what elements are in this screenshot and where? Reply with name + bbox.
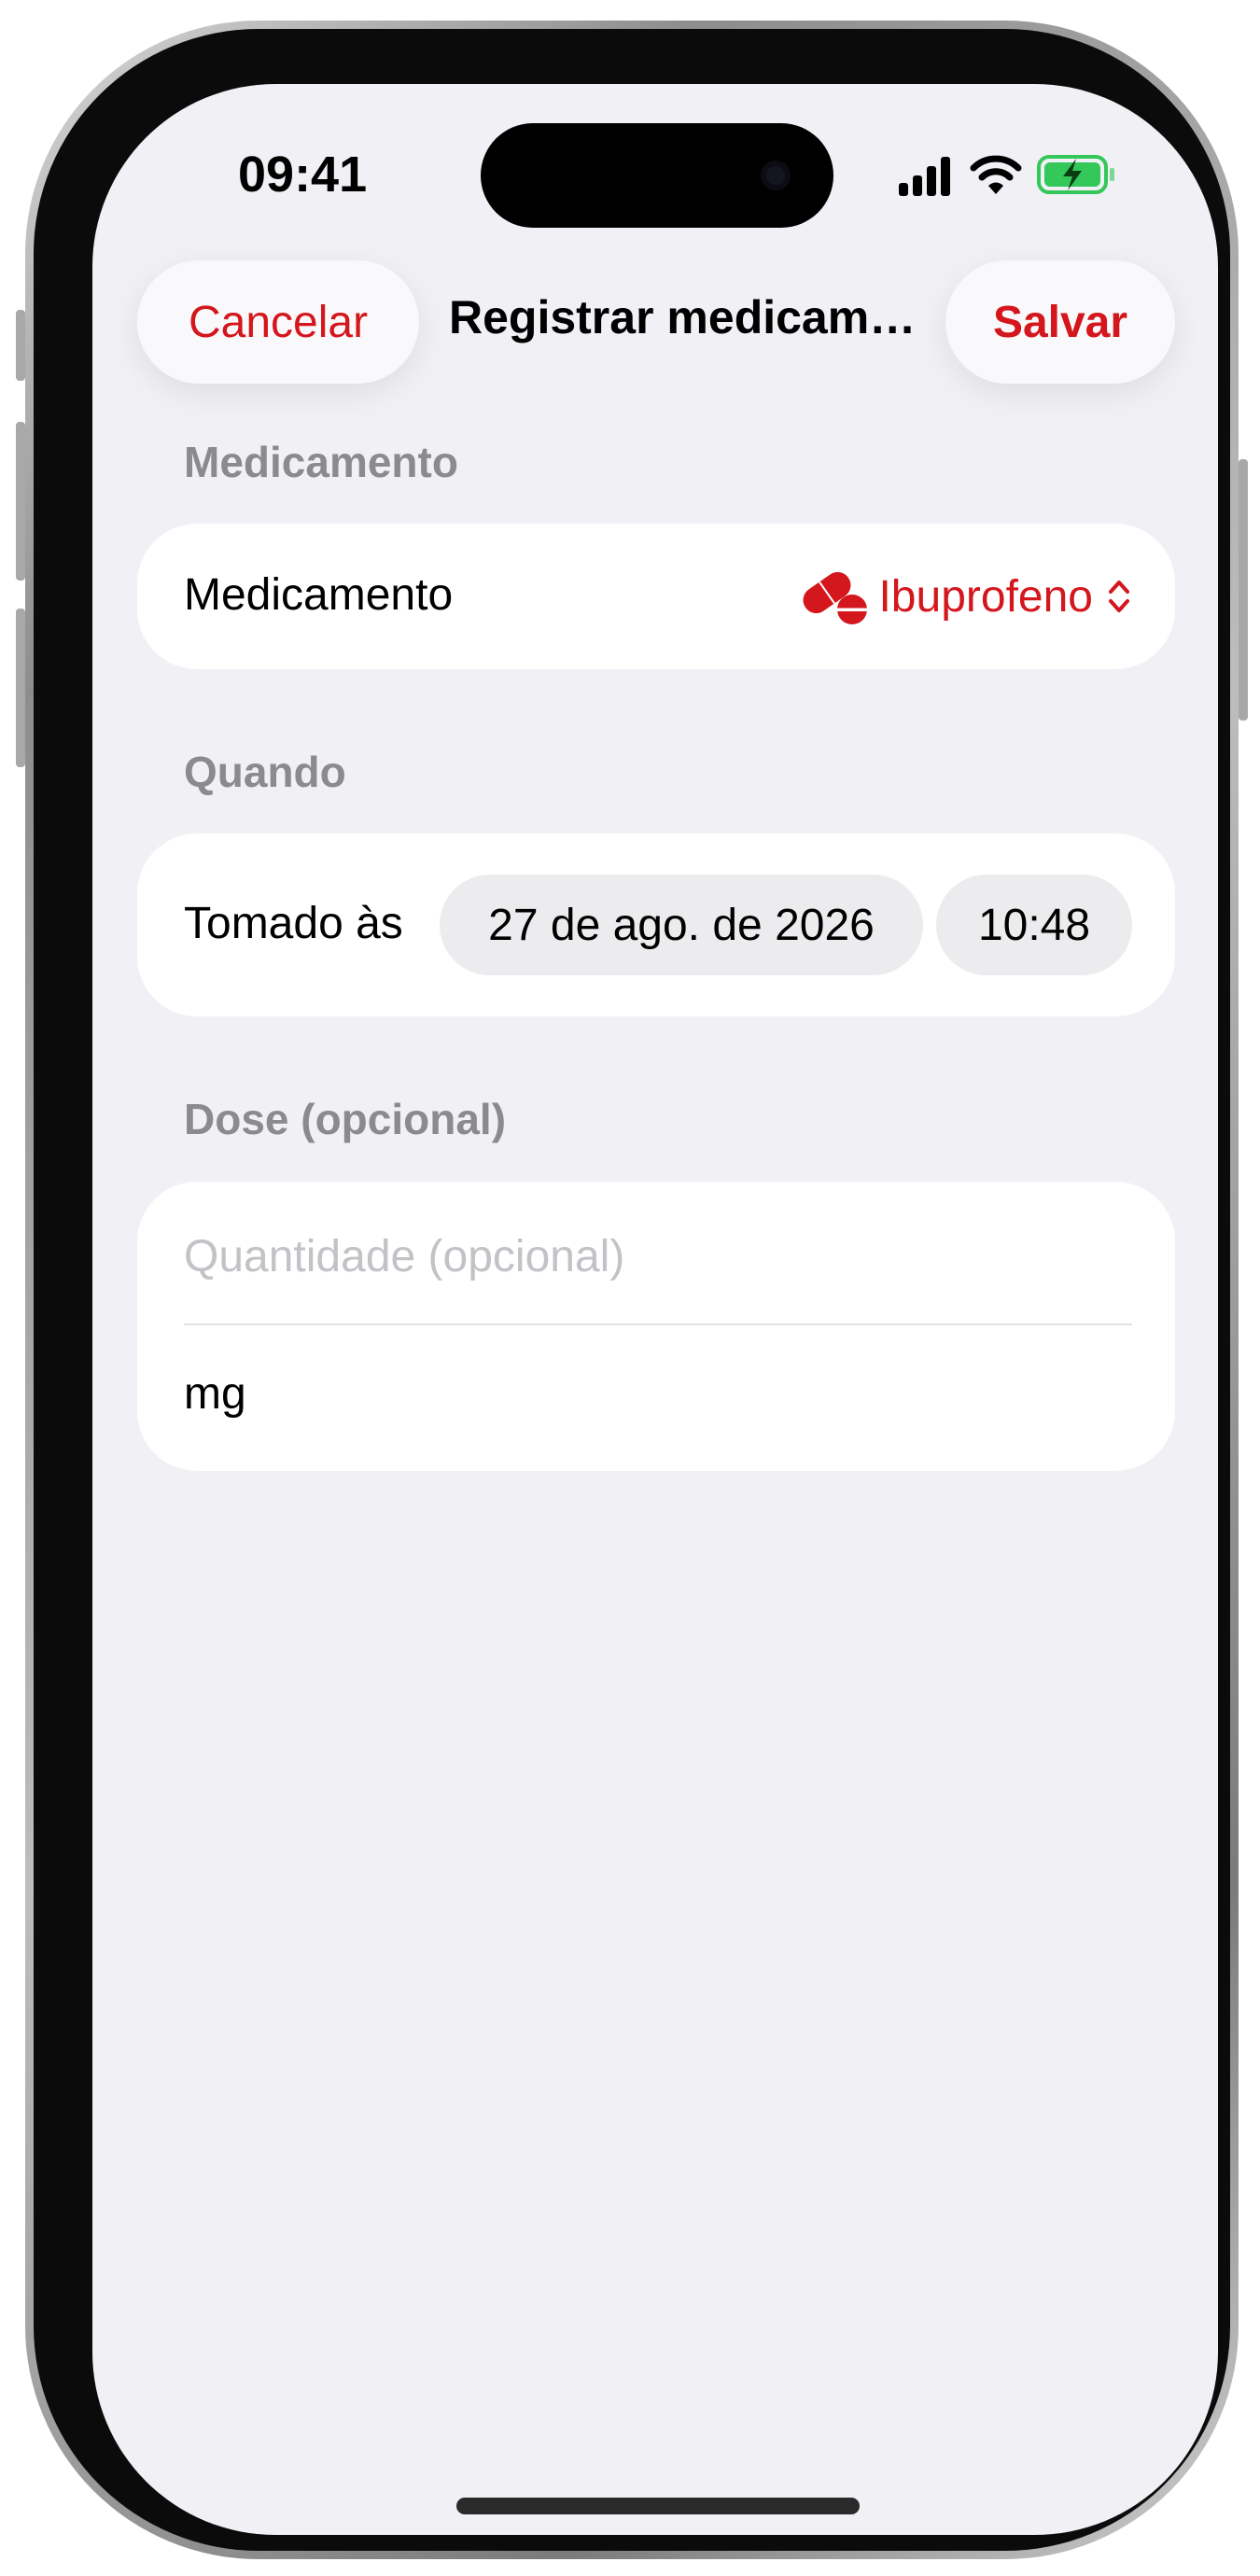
save-button-label: Salvar [992,297,1128,347]
section-header-dose: Dose (opcional) [184,1095,507,1143]
date-picker-button[interactable]: 27 de ago. de 2026 [440,875,923,975]
time-picker-button[interactable]: 10:48 [936,875,1132,975]
battery-charging-icon [1037,153,1117,196]
save-button[interactable]: Salvar [945,260,1175,384]
section-header-when: Quando [184,748,346,796]
when-card: Tomado às 27 de ago. de 2026 10:48 [137,833,1175,1016]
dynamic-island [481,123,833,228]
page-title: Registrar medicam… [449,291,917,343]
dose-divider [184,1323,1132,1325]
date-picker-value: 27 de ago. de 2026 [488,900,875,950]
dose-card: mg [137,1182,1175,1471]
unit-field[interactable]: mg [184,1338,1128,1449]
home-indicator[interactable] [456,2498,860,2514]
pill-icon [802,567,873,625]
action-button [16,310,25,381]
section-header-medication: Medicamento [184,438,458,486]
unit-field-value: mg [184,1368,246,1419]
cancel-button-label: Cancelar [188,297,369,347]
medication-picker-value: Ibuprofeno [878,571,1093,622]
volume-up-button [16,422,25,581]
camera-icon [761,161,791,190]
status-time: 09:41 [238,147,368,203]
cancel-button[interactable]: Cancelar [137,260,419,384]
medication-picker[interactable]: Ibuprofeno [802,561,1132,632]
screen: 09:41 Cancelar Registrar medicam… Salvar… [92,84,1218,2535]
medication-card: Medicamento Ibuprofeno [137,524,1175,669]
time-picker-value: 10:48 [977,900,1091,950]
volume-down-button [16,609,25,767]
chevron-up-down-icon [1106,576,1132,617]
wifi-icon [970,155,1022,196]
cellular-signal-icon [897,155,955,196]
quantity-field[interactable] [184,1210,1128,1303]
phone-frame: 09:41 Cancelar Registrar medicam… Salvar… [16,21,1248,2559]
medication-row-label: Medicamento [184,570,454,620]
taken-at-label: Tomado às [184,899,403,948]
power-button [1239,459,1248,721]
